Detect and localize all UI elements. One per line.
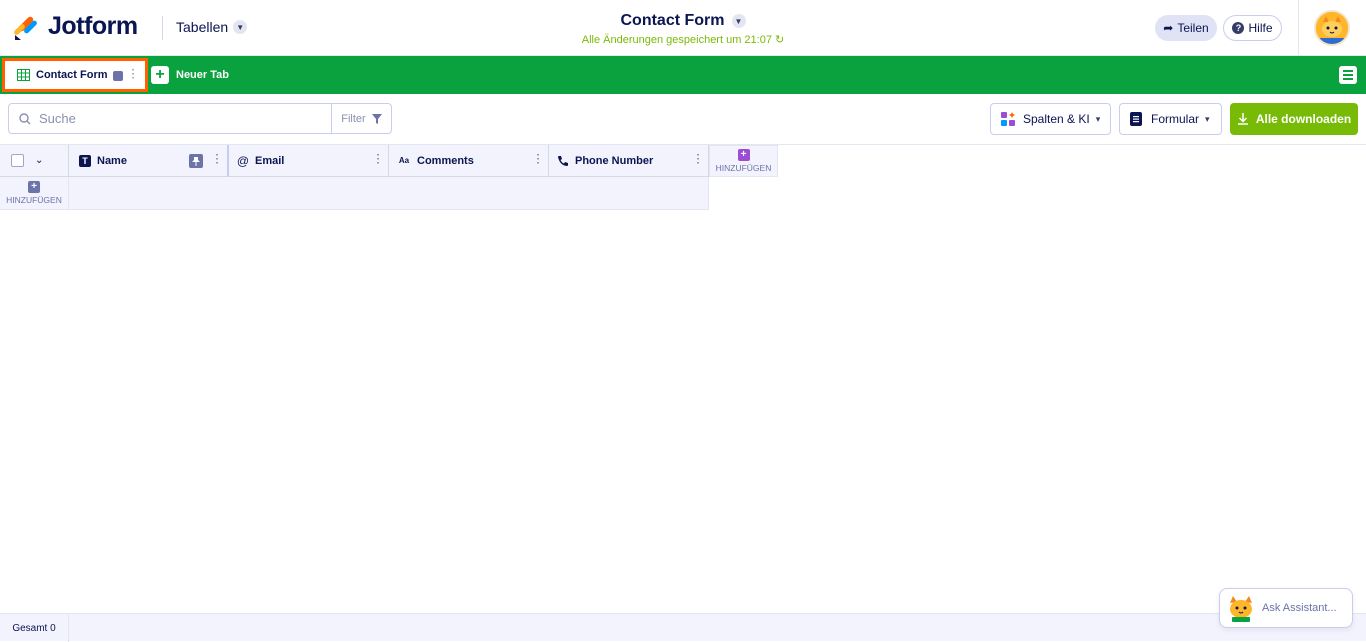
download-icon [1237, 113, 1248, 125]
status-footer: Gesamt 0 [0, 613, 1366, 642]
form-title-block: Contact Form ▼ Alle Änderungen gespeiche… [480, 12, 886, 46]
aa-icon: Aa [398, 156, 410, 165]
kebab-menu-icon[interactable]: · · · [377, 151, 380, 169]
column-label: Comments [417, 154, 474, 167]
download-label: Alle downloaden [1255, 112, 1352, 126]
total-count: Gesamt 0 [0, 614, 69, 642]
new-tab-label: Neuer Tab [176, 69, 229, 81]
column-label: Email [255, 154, 285, 167]
chevron-down-icon: ▾ [1095, 113, 1101, 124]
new-tab-button[interactable]: + Neuer Tab [151, 66, 229, 84]
columns-ai-label: Spalten & KI [1023, 112, 1090, 126]
column-label: Name [97, 154, 127, 167]
empty-row [69, 177, 709, 210]
table-icon [17, 69, 30, 81]
filter-button[interactable]: Filter [331, 103, 392, 134]
help-button[interactable]: ? Hilfe [1223, 15, 1282, 41]
logo-text: Jotform [48, 12, 138, 40]
saved-status-text: Alle Änderungen gespeichert um 21:07 [581, 34, 772, 46]
filter-label: Filter [341, 112, 366, 125]
refresh-icon: ↻ [775, 34, 785, 46]
column-header-phone[interactable]: Phone Number · · · [549, 145, 709, 177]
tabellen-dropdown[interactable]: Tabellen ▼ [176, 19, 248, 35]
tabellen-label: Tabellen [176, 19, 229, 35]
column-header-email[interactable]: @ Email · · · [229, 145, 389, 177]
share-arrow-icon: ➦ [1163, 21, 1174, 35]
hamburger-menu-icon[interactable] [1339, 66, 1357, 84]
chevron-down-icon: ▾ [1205, 113, 1210, 124]
question-icon: ? [1232, 22, 1245, 34]
assistant-label: Ask Assistant... [1262, 602, 1337, 614]
add-column-button[interactable]: + HINZUFÜGEN [709, 145, 778, 177]
saved-status: Alle Änderungen gespeichert um 21:07 ↻ [480, 33, 886, 46]
kebab-menu-icon[interactable]: · · · [216, 151, 219, 169]
chevron-down-icon: ▼ [731, 14, 746, 28]
form-label: Formular [1151, 112, 1200, 126]
share-label: Teilen [1177, 21, 1209, 35]
filter-funnel-icon [371, 113, 382, 124]
app-header: Jotform Tabellen ▼ Contact Form ▼ Alle Ä… [0, 0, 1366, 56]
add-column-label: HINZUFÜGEN [715, 163, 772, 173]
tab-contact-form[interactable]: Contact Form · · · [2, 58, 148, 92]
form-title: Contact Form [620, 12, 725, 29]
select-all-checkbox[interactable] [11, 154, 24, 167]
add-row-label: HINZUFÜGEN [6, 195, 62, 205]
plus-icon: + [151, 66, 169, 84]
assistant-cat-icon [1230, 596, 1252, 622]
search-input[interactable] [39, 111, 299, 126]
help-label: Hilfe [1248, 21, 1273, 35]
ask-assistant-button[interactable]: Ask Assistant... [1219, 588, 1353, 628]
chevron-down-icon[interactable]: ⌄ [35, 155, 43, 166]
jotform-logo[interactable]: Jotform [14, 12, 138, 41]
column-header-comments[interactable]: Aa Comments · · · [389, 145, 549, 177]
select-all-header: ⌄ [0, 145, 69, 177]
note-icon[interactable] [113, 71, 123, 81]
avatar[interactable] [1314, 10, 1350, 46]
share-button[interactable]: ➦ Teilen [1155, 15, 1217, 41]
form-button[interactable]: Formular ▾ [1119, 103, 1222, 135]
plus-icon: + [28, 181, 40, 193]
tab-label: Contact Form [36, 69, 108, 81]
at-icon: @ [236, 153, 250, 168]
kebab-menu-icon[interactable]: · · · [697, 151, 700, 169]
column-label: Phone Number [575, 154, 654, 167]
column-header-name[interactable]: T Name · · · [69, 145, 229, 177]
form-doc-icon [1130, 112, 1142, 126]
tab-bar: Contact Form · · · + Neuer Tab [0, 56, 1366, 94]
header-divider-right [1298, 0, 1299, 56]
kebab-menu-icon[interactable]: · · · [537, 151, 540, 169]
jotform-logo-icon [14, 16, 37, 40]
header-divider [162, 16, 163, 40]
columns-ai-button[interactable]: Spalten & KI ▾ [990, 103, 1111, 135]
form-title-dropdown[interactable]: Contact Form ▼ [621, 12, 746, 30]
chevron-down-icon: ▼ [233, 20, 248, 34]
plus-icon: + [737, 149, 750, 161]
sparkle-grid-icon [1001, 112, 1015, 126]
text-type-icon: T [79, 154, 91, 167]
kebab-menu-icon[interactable]: · · · [132, 66, 135, 84]
pin-icon[interactable] [189, 154, 203, 168]
search-icon [19, 112, 31, 124]
search-field[interactable] [8, 103, 332, 134]
add-row-button[interactable]: + HINZUFÜGEN [0, 177, 69, 210]
download-all-button[interactable]: Alle downloaden [1230, 103, 1358, 135]
cat-avatar-icon [1316, 12, 1348, 44]
phone-icon [558, 155, 568, 166]
